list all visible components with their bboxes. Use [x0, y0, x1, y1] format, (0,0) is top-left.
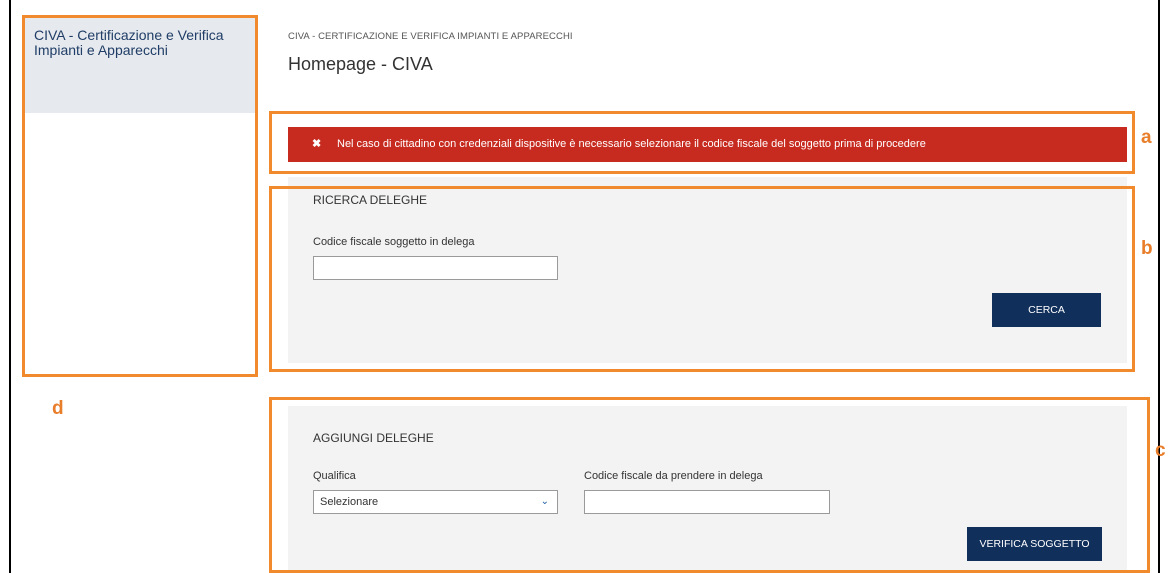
page-title: Homepage - CIVA: [288, 54, 433, 74]
annotation-box-b: [269, 186, 1135, 372]
window-border-left: [9, 0, 11, 573]
breadcrumb[interactable]: CIVA - CERTIFICAZIONE E VERIFICA IMPIANT…: [288, 31, 573, 42]
window-border-right: [1158, 0, 1160, 573]
annotation-label-d: d: [52, 398, 64, 419]
annotation-box-d: [22, 15, 258, 377]
annotation-box-a: [269, 111, 1135, 174]
annotation-label-a: a: [1141, 127, 1152, 148]
annotation-box-c: [269, 397, 1150, 573]
annotation-label-c: c: [1155, 440, 1166, 461]
annotation-label-b: b: [1141, 238, 1153, 259]
